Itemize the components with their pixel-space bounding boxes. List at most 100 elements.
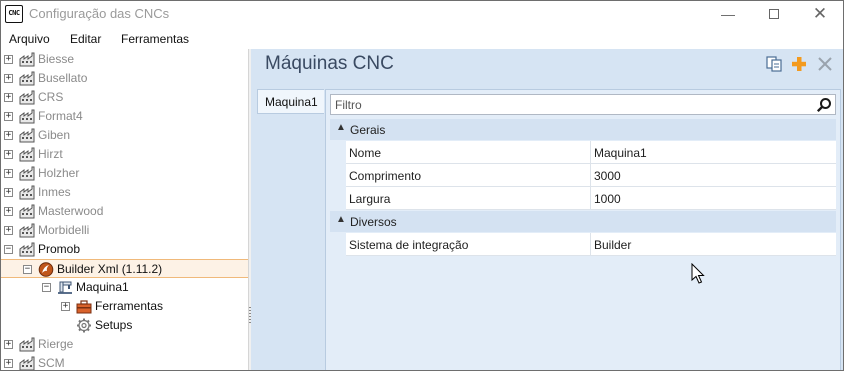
tree-node-label: Maquina1	[76, 280, 129, 294]
category-diversos[interactable]: ▲ Diversos	[330, 211, 836, 232]
tree-node-giben[interactable]: + Giben	[1, 126, 249, 145]
factory-icon	[19, 185, 35, 200]
expand-icon[interactable]: +	[4, 131, 13, 140]
tree-node-label: Holzher	[38, 166, 80, 180]
minimize-icon: —	[721, 6, 735, 22]
tree-node-scm[interactable]: + SCM	[1, 354, 249, 370]
add-icon[interactable]	[790, 55, 808, 73]
property-value[interactable]: 1000	[591, 187, 836, 210]
property-editor: Filtro ▲ Gerais Nome Maquina1 Compriment…	[325, 89, 841, 370]
minimize-button[interactable]: —	[705, 1, 751, 28]
factory-icon	[19, 166, 35, 181]
expand-icon[interactable]: +	[4, 93, 13, 102]
expand-icon[interactable]: +	[4, 188, 13, 197]
factory-icon	[19, 128, 35, 143]
tree-node-masterwood[interactable]: + Masterwood	[1, 202, 249, 221]
row-gutter	[330, 233, 346, 256]
property-row-comprimento[interactable]: Comprimento 3000	[330, 164, 836, 187]
title-bar[interactable]: CNC Configuração das CNCs — ✕	[1, 1, 843, 28]
tree-node-label: Builder Xml (1.11.2)	[57, 262, 163, 276]
machine-icon	[57, 280, 73, 295]
gear-icon	[76, 318, 92, 333]
property-row-nome[interactable]: Nome Maquina1	[330, 141, 836, 164]
menu-arquivo[interactable]: Arquivo	[9, 32, 50, 46]
tree-node-ferramentas[interactable]: + Ferramentas	[1, 297, 249, 316]
expand-icon[interactable]: +	[4, 207, 13, 216]
tree-node-builder-xml-1-11-2[interactable]: − Builder Xml (1.11.2)	[1, 259, 249, 278]
tree-node-label: Giben	[38, 128, 71, 142]
tree-node-label: Masterwood	[38, 204, 104, 218]
tab-maquina1[interactable]: Maquina1	[257, 89, 324, 114]
collapse-icon[interactable]: −	[42, 283, 51, 292]
tree-node-label: Ferramentas	[95, 299, 164, 313]
factory-icon	[19, 71, 35, 86]
factory-icon	[19, 90, 35, 105]
cnc-app-icon: CNC	[5, 5, 23, 23]
copy-icon[interactable]	[765, 55, 783, 73]
expand-icon[interactable]: +	[4, 112, 13, 121]
tree-node-label: SCM	[38, 356, 65, 370]
tree-node-label: Rierge	[38, 337, 74, 351]
menu-editar[interactable]: Editar	[70, 32, 101, 46]
property-value[interactable]: Builder	[591, 233, 836, 256]
tree-node-label: Busellato	[38, 71, 88, 85]
tree-node-holzher[interactable]: + Holzher	[1, 164, 249, 183]
expand-icon[interactable]: +	[61, 302, 70, 311]
collapse-arrow-icon[interactable]: ▲	[336, 122, 346, 133]
property-row-largura[interactable]: Largura 1000	[330, 187, 836, 210]
factory-icon	[19, 242, 35, 257]
collapse-arrow-icon[interactable]: ▲	[336, 214, 346, 225]
tree-node-rierge[interactable]: + Rierge	[1, 335, 249, 354]
menu-ferramentas[interactable]: Ferramentas	[121, 32, 189, 46]
expand-icon[interactable]: +	[4, 169, 13, 178]
close-icon: ✕	[812, 4, 828, 23]
tree-node-crs[interactable]: + CRS	[1, 88, 249, 107]
factory-icon	[19, 204, 35, 219]
tree-node-biesse[interactable]: + Biesse	[1, 50, 249, 69]
close-window-button[interactable]: ✕	[797, 1, 843, 28]
tree-node-inmes[interactable]: + Inmes	[1, 183, 249, 202]
category-label: Gerais	[350, 123, 386, 137]
collapse-icon[interactable]: −	[23, 265, 32, 274]
tree-node-label: Biesse	[38, 52, 75, 66]
delete-icon[interactable]	[816, 55, 834, 73]
property-row-sistema-integracao[interactable]: Sistema de integração Builder	[330, 233, 836, 256]
property-name: Largura	[346, 187, 591, 210]
search-icon[interactable]	[816, 97, 832, 113]
tree-node-promob[interactable]: − Promob	[1, 240, 249, 259]
factory-icon	[19, 52, 35, 67]
expand-icon[interactable]: +	[4, 74, 13, 83]
tree-node-maquina1[interactable]: − Maquina1	[1, 278, 249, 297]
tree-node-format4[interactable]: + Format4	[1, 107, 249, 126]
expand-icon[interactable]: +	[4, 359, 13, 368]
maximize-button[interactable]	[751, 1, 797, 28]
property-value[interactable]: Maquina1	[591, 141, 836, 164]
menu-bar: Arquivo Editar Ferramentas	[1, 29, 843, 49]
expand-icon[interactable]: +	[4, 55, 13, 64]
toolbox-icon	[76, 299, 92, 314]
tree-node-setups[interactable]: Setups	[1, 316, 249, 335]
expand-icon[interactable]: +	[4, 150, 13, 159]
filter-input[interactable]: Filtro	[335, 98, 362, 112]
filter-box[interactable]: Filtro	[330, 94, 836, 115]
tree-node-label: Inmes	[38, 185, 71, 199]
expand-icon[interactable]: +	[4, 226, 13, 235]
property-name: Comprimento	[346, 164, 591, 187]
page-title: Máquinas CNC	[265, 53, 394, 74]
machines-panel: Máquinas CNC Maquina1 Filtro ▲ Gerais No…	[251, 49, 843, 370]
tree-node-label: Format4	[38, 109, 83, 123]
factory-icon	[19, 109, 35, 124]
tree-node-label: Setups	[95, 318, 133, 332]
tree-node-label: CRS	[38, 90, 64, 104]
expand-icon[interactable]: +	[4, 340, 13, 349]
category-gerais[interactable]: ▲ Gerais	[330, 119, 836, 140]
row-gutter	[330, 187, 346, 210]
tree-node-morbidelli[interactable]: + Morbidelli	[1, 221, 249, 240]
tree-node-hirzt[interactable]: + Hirzt	[1, 145, 249, 164]
category-label: Diversos	[350, 215, 397, 229]
tree-node-label: Morbidelli	[38, 223, 90, 237]
property-value[interactable]: 3000	[591, 164, 836, 187]
factory-icon	[19, 337, 35, 352]
tree-node-busellato[interactable]: + Busellato	[1, 69, 249, 88]
collapse-icon[interactable]: −	[4, 245, 13, 254]
